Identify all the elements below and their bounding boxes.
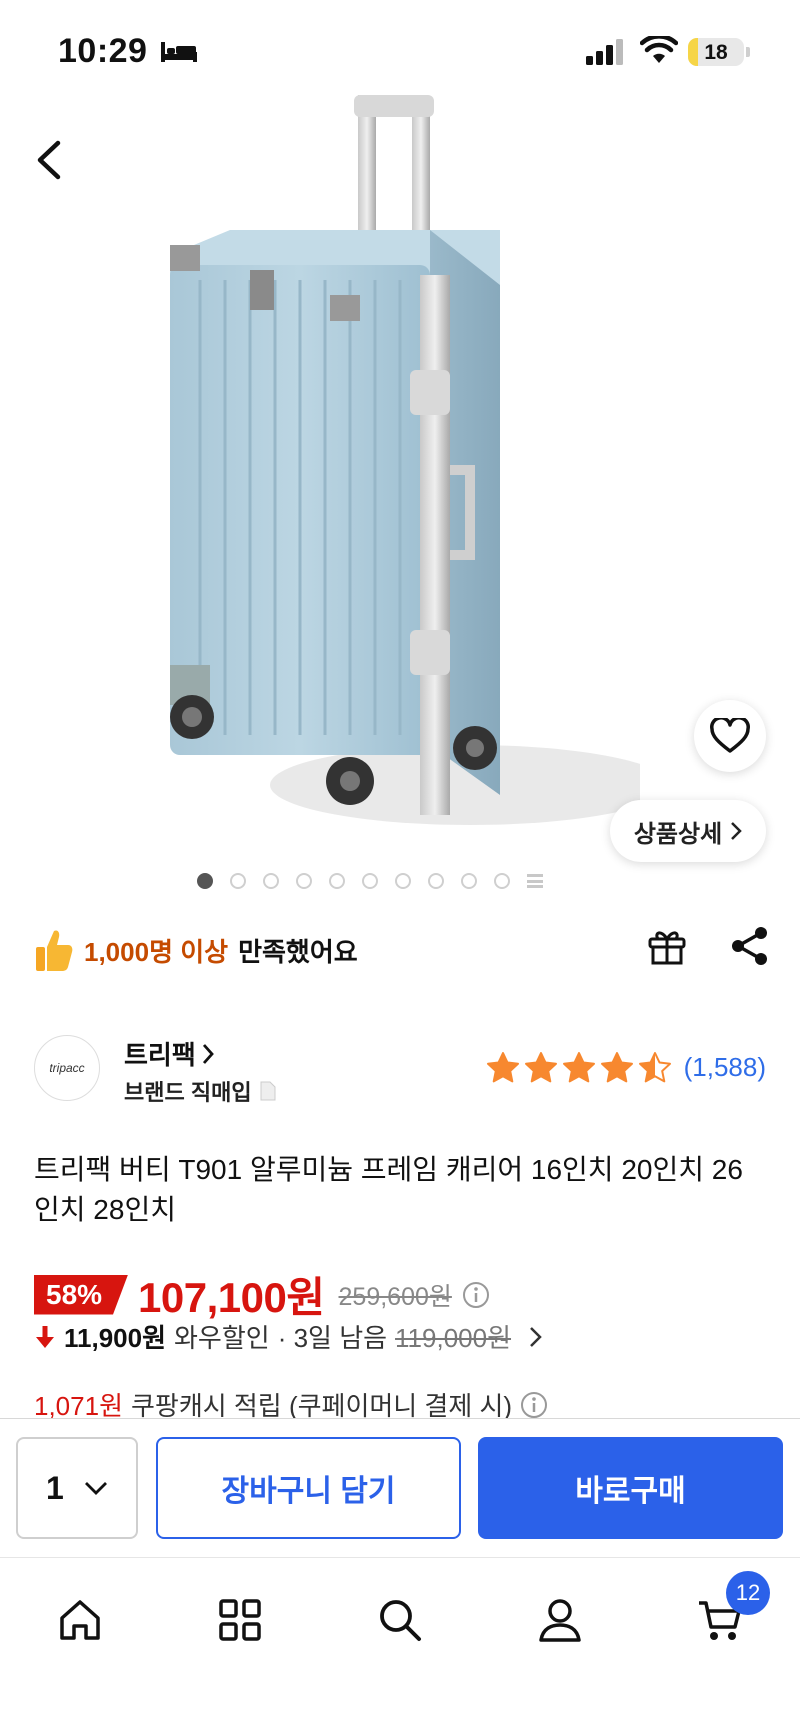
star-icon xyxy=(524,1052,557,1083)
wow-days-left: · 3일 남음 xyxy=(277,1323,388,1353)
tab-categories[interactable] xyxy=(208,1588,272,1652)
battery-tip xyxy=(746,47,750,57)
review-count[interactable]: (1,588) xyxy=(684,1052,766,1083)
add-to-cart-button[interactable]: 장바구니 담기 xyxy=(156,1437,461,1539)
gallery-dot[interactable] xyxy=(494,873,510,889)
brand-logo[interactable]: tripacc xyxy=(34,1035,100,1101)
quantity-select[interactable]: 1 xyxy=(16,1437,138,1539)
original-price: 259,600원 xyxy=(338,1282,452,1311)
gallery-dot[interactable] xyxy=(197,873,213,889)
back-arrow-icon[interactable] xyxy=(30,135,70,185)
gallery-dot[interactable] xyxy=(362,873,378,889)
brand-name: 트리팩 xyxy=(124,1040,196,1070)
user-icon xyxy=(539,1599,581,1642)
gallery-more-icon[interactable] xyxy=(527,873,543,889)
gallery-dot[interactable] xyxy=(329,873,345,889)
satisfaction-text: 만족했어요 xyxy=(238,936,358,967)
brand-logo-text: tripacc xyxy=(49,1061,85,1075)
battery-percent: 18 xyxy=(704,41,728,64)
brand-row: tripacc 트리팩 브랜드 직매입 (1,588) xyxy=(34,1035,766,1105)
buy-now-button[interactable]: 바로구매 xyxy=(478,1437,783,1539)
quantity-value: 1 xyxy=(46,1469,64,1506)
suitcase-product-image xyxy=(170,95,640,825)
satisfaction-banner: 1,000명 이상 만족했어요 xyxy=(34,920,358,980)
product-detail-label: 상품상세 xyxy=(633,820,723,848)
gallery-dot[interactable] xyxy=(263,873,279,889)
brand-link[interactable]: 트리팩 xyxy=(124,1035,214,1072)
grid-icon xyxy=(219,1599,261,1641)
sale-price: 107,100원 xyxy=(138,1274,325,1321)
tab-search[interactable] xyxy=(368,1588,432,1652)
wow-amount: 11,900원 xyxy=(64,1323,167,1353)
tab-bar xyxy=(0,1558,800,1732)
chevron-right-icon xyxy=(202,1043,214,1064)
price-row: 58% 107,100원 259,600원 xyxy=(34,1264,490,1325)
product-title: 트리팩 버티 T901 알루미늄 프레임 캐리어 16인치 20인치 26인치 … xyxy=(34,1154,743,1225)
star-icon xyxy=(600,1052,633,1083)
purchase-bar: 1 장바구니 담기 바로구매 xyxy=(0,1418,800,1558)
cart-count-badge: 12 xyxy=(726,1571,770,1615)
wow-discount-row[interactable]: 11,900원 와우할인 · 3일 남음 119,000원 xyxy=(34,1318,543,1355)
gallery-dot[interactable] xyxy=(395,873,411,889)
product-actions xyxy=(646,925,770,967)
arrow-down-icon xyxy=(36,1325,54,1348)
home-icon xyxy=(60,1600,100,1640)
brand-sub-label: 브랜드 직매입 xyxy=(124,1080,252,1105)
star-rating xyxy=(486,1051,672,1083)
gallery-dot[interactable] xyxy=(230,873,246,889)
wow-label: 와우할인 xyxy=(174,1323,270,1353)
cellular-signal-icon xyxy=(586,39,623,65)
info-icon[interactable] xyxy=(520,1391,548,1419)
product-image-gallery[interactable]: 상품상세 xyxy=(0,0,800,900)
gallery-dot[interactable] xyxy=(428,873,444,889)
search-icon xyxy=(380,1600,421,1641)
chevron-down-icon xyxy=(85,1482,107,1495)
share-icon[interactable] xyxy=(730,925,770,967)
gallery-pagination[interactable] xyxy=(0,873,800,889)
brand-direct-label: 브랜드 직매입 xyxy=(124,1075,276,1107)
document-icon xyxy=(260,1081,276,1101)
wow-original-price: 119,000원 xyxy=(395,1323,512,1353)
product-detail-button[interactable]: 상품상세 xyxy=(610,800,766,862)
discount-badge: 58% xyxy=(34,1274,129,1315)
wifi-icon xyxy=(640,36,678,63)
thumbs-up-icon xyxy=(36,930,73,971)
info-icon[interactable] xyxy=(462,1281,490,1309)
bed-icon xyxy=(161,42,197,62)
star-icon xyxy=(562,1052,595,1083)
chevron-right-icon xyxy=(731,822,742,840)
rating[interactable]: (1,588) xyxy=(486,1051,766,1083)
gallery-dot[interactable] xyxy=(461,873,477,889)
satisfaction-count: 1,000명 이상 xyxy=(84,936,229,967)
gallery-dot[interactable] xyxy=(296,873,312,889)
gift-icon[interactable] xyxy=(646,925,688,967)
star-icon xyxy=(638,1052,671,1083)
chevron-right-icon xyxy=(530,1326,542,1347)
star-icon xyxy=(486,1052,519,1083)
status-bar: 10:29 18 xyxy=(0,0,800,100)
heart-icon xyxy=(710,718,750,753)
tab-home[interactable] xyxy=(48,1588,112,1652)
wishlist-button[interactable] xyxy=(694,700,766,772)
battery-indicator: 18 xyxy=(688,38,744,66)
tab-my-account[interactable] xyxy=(528,1588,592,1652)
status-time: 10:29 xyxy=(58,32,148,70)
